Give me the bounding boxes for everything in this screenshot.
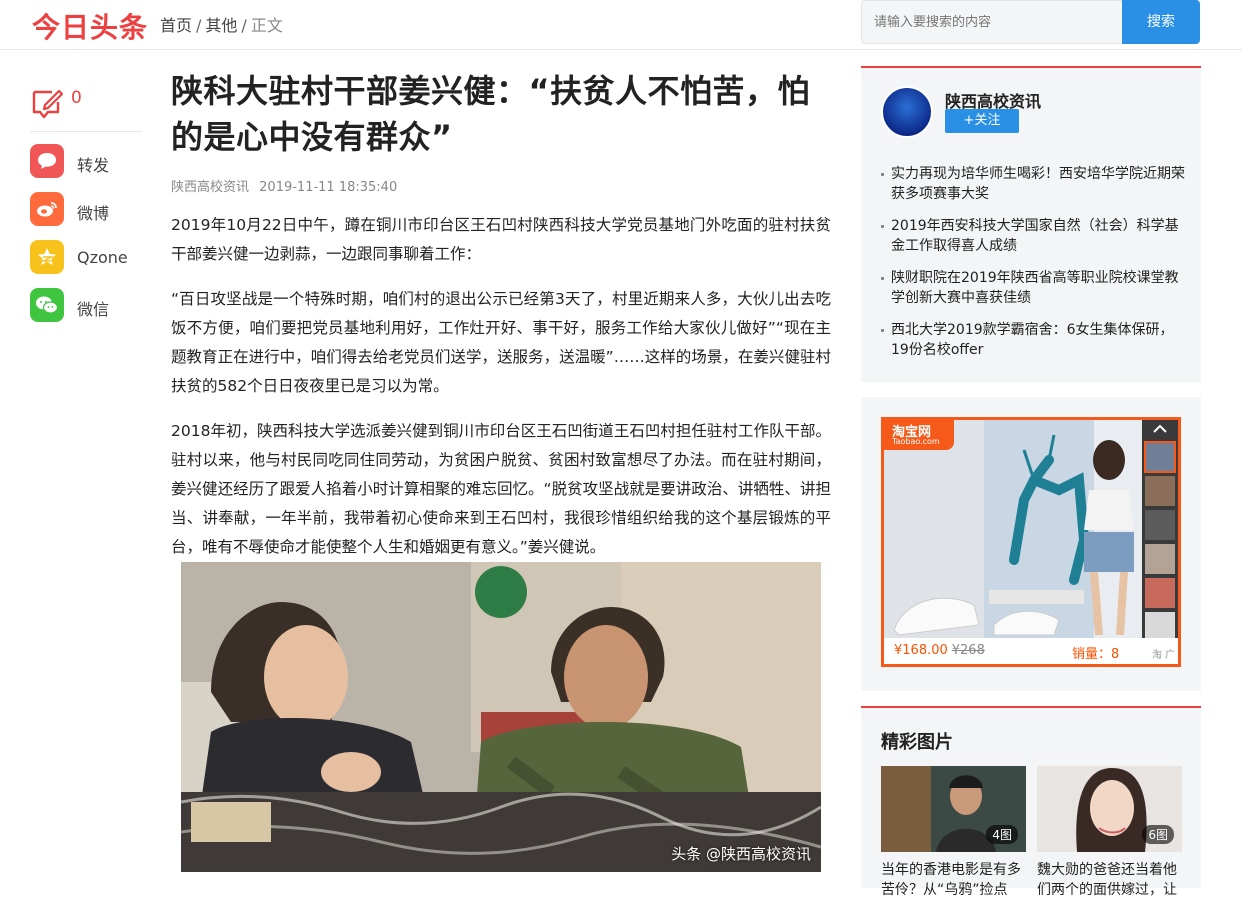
author-news-list: 实力再现为培华师生喝彩！西安培华学院近期荣获多项赛事大奖 2019年西安科技大学… bbox=[881, 164, 1185, 372]
repost-icon bbox=[30, 144, 64, 178]
ad-old-price: ¥268 bbox=[951, 643, 985, 658]
list-item[interactable]: 实力再现为培华师生喝彩！西安培华学院近期荣获多项赛事大奖 bbox=[881, 164, 1185, 204]
article-title: 陕科大驻村干部姜兴健：“扶贫人不怕苦，怕的是心中没有群众” bbox=[171, 72, 811, 156]
share-qzone[interactable]: Qzone bbox=[30, 240, 142, 288]
comment-count: 0 bbox=[71, 88, 82, 108]
author-avatar[interactable] bbox=[881, 86, 933, 138]
comment-button[interactable]: 0 bbox=[30, 84, 142, 132]
search-box bbox=[861, 0, 1123, 44]
breadcrumb-home[interactable]: 首页 bbox=[160, 16, 192, 35]
article-paragraph: 2018年初，陕西科技大学选派姜兴健到铜川市印台区王石凹街道王石凹村担任驻村工作… bbox=[171, 422, 831, 556]
toutiao-logo[interactable]: 今日头条 bbox=[32, 6, 148, 46]
ad-sales: 销量：8 bbox=[1072, 647, 1120, 662]
share-weibo-label: 微博 bbox=[77, 204, 110, 223]
breadcrumb-current: 正文 bbox=[250, 16, 283, 35]
photo-watermark: 头条 @陕西高校资讯 bbox=[671, 845, 811, 863]
ad-price-bar: ¥168.00¥268 销量：8 淘 广告 bbox=[884, 638, 1178, 664]
article-meta: 陕西高校资讯 2019-11-11 18:35:40 bbox=[171, 176, 831, 195]
search-input[interactable] bbox=[862, 1, 1122, 43]
share-wechat-label: 微信 bbox=[77, 300, 110, 319]
follow-button[interactable]: +关注 bbox=[945, 109, 1019, 133]
photo-scene bbox=[181, 562, 821, 872]
taobao-logo: 淘宝网 Taobao.com bbox=[884, 420, 954, 450]
picture-count-badge: 4图 bbox=[986, 825, 1018, 844]
list-item[interactable]: 陕财职院在2019年陕西省高等职业院校课堂教学创新大赛中喜获佳绩 bbox=[881, 268, 1185, 308]
share-repost-label: 转发 bbox=[77, 156, 110, 175]
picture-caption[interactable]: 魏大勋的爸爸还当着他们两个的面供嫁过，让 bbox=[1037, 860, 1182, 900]
share-rail: 0 转发 微博 Qzone 微信 bbox=[30, 84, 142, 336]
ad-price: ¥168.00 ¥268 bbox=[894, 643, 985, 658]
article-paragraph: 2019年10月22日中午，蹲在铜川市印台区王石凹村陕西科技大学党员基地门外吃面… bbox=[171, 216, 831, 263]
share-wechat[interactable]: 微信 bbox=[30, 288, 142, 336]
picture-card[interactable]: 4图 bbox=[881, 766, 1026, 852]
picture-caption[interactable]: 当年的香港电影是有多苦伶？从“乌鸦”捡点 bbox=[881, 860, 1026, 900]
article-photo: 头条 @陕西高校资讯 bbox=[181, 562, 821, 872]
qzone-icon bbox=[30, 240, 64, 274]
featured-pictures: 精彩图片 4图 6图 当年的香港电影是有多苦伶？从“乌鸦”捡点 魏大勋的爸爸还当… bbox=[861, 706, 1201, 898]
comment-edit-icon bbox=[32, 89, 64, 118]
list-item[interactable]: 西北大学2019款学霸宿舍：6女生集体保研，19份名校offer bbox=[881, 320, 1185, 360]
breadcrumb-other[interactable]: 其他 bbox=[205, 16, 237, 35]
ad-label: 淘 广告 bbox=[1152, 650, 1176, 661]
featured-pictures-heading: 精彩图片 bbox=[881, 732, 953, 753]
picture-count-badge: 6图 bbox=[1142, 825, 1174, 844]
author-card: 陕西高校资讯 +关注 实力再现为培华师生喝彩！西安培华学院近期荣获多项赛事大奖 … bbox=[861, 66, 1201, 382]
taobao-ad: 淘宝网 Taobao.com ¥168.00¥268 销量：8 淘 广告 bbox=[861, 397, 1201, 691]
article-paragraph: “百日攻坚战是一个特殊时期，咱们村的退出公示已经第3天了，村里近期来人多，大伙儿… bbox=[171, 290, 831, 395]
taobao-brand-sub: Taobao.com bbox=[892, 437, 940, 446]
ad-product-image bbox=[884, 420, 1178, 638]
article: 陕科大驻村干部姜兴健：“扶贫人不怕苦，怕的是心中没有群众” 陕西高校资讯 201… bbox=[171, 68, 831, 872]
article-source[interactable]: 陕西高校资讯 bbox=[171, 180, 249, 195]
share-repost[interactable]: 转发 bbox=[30, 144, 142, 192]
search-button[interactable]: 搜索 bbox=[1122, 0, 1200, 44]
article-time: 2019-11-11 18:35:40 bbox=[259, 180, 398, 195]
ad-banner[interactable]: 淘宝网 Taobao.com ¥168.00¥268 销量：8 淘 广告 bbox=[881, 417, 1181, 667]
list-item[interactable]: 2019年西安科技大学国家自然（社会）科学基金工作取得喜人成绩 bbox=[881, 216, 1185, 256]
breadcrumb: 首页 / 其他 / 正文 bbox=[160, 16, 283, 35]
share-qzone-label: Qzone bbox=[77, 248, 128, 267]
picture-card[interactable]: 6图 bbox=[1037, 766, 1182, 852]
wechat-icon bbox=[30, 288, 64, 322]
weibo-icon bbox=[30, 192, 64, 226]
share-weibo[interactable]: 微博 bbox=[30, 192, 142, 240]
top-header: 今日头条 首页/其他/正文 搜索 bbox=[0, 0, 1242, 50]
